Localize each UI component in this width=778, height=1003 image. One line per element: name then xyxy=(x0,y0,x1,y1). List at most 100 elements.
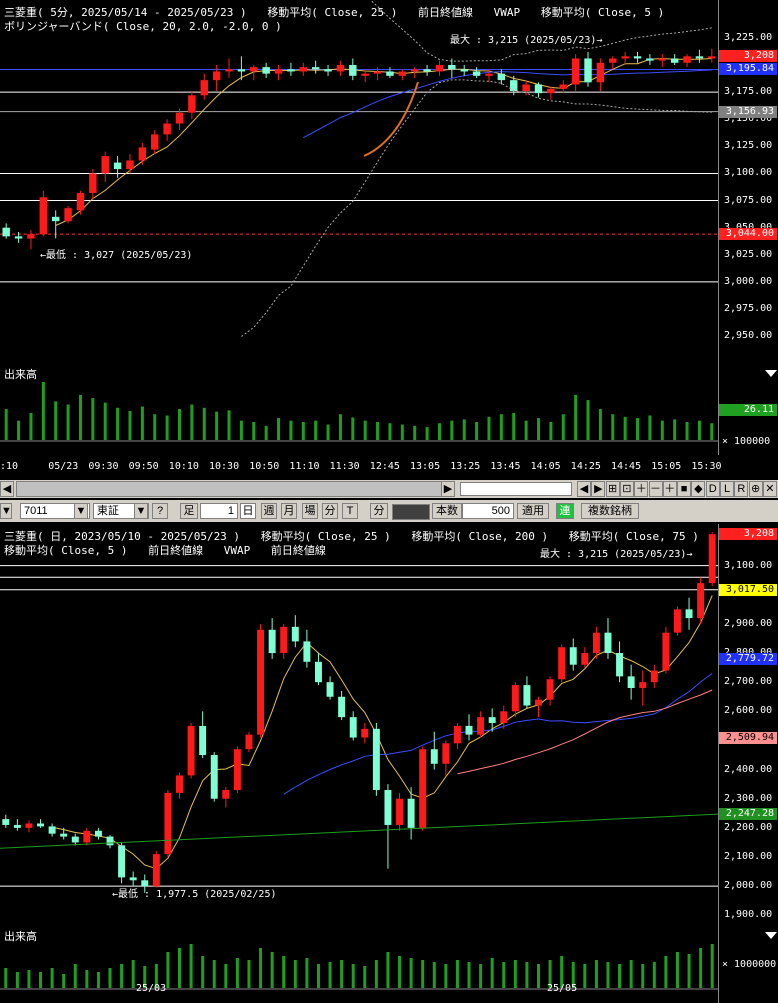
candle-body xyxy=(384,789,392,825)
candle-body xyxy=(559,84,567,89)
period-week-button[interactable]: 週 xyxy=(261,503,277,519)
candle-body xyxy=(250,67,258,72)
nav-zoom-out-button[interactable]: － xyxy=(648,481,663,497)
candle-body xyxy=(633,56,642,59)
drawn-arrow-annotation xyxy=(363,81,419,157)
volume-bar xyxy=(316,964,320,988)
scroll-right-button[interactable]: ▶ xyxy=(441,481,455,497)
volume-bar xyxy=(252,421,256,440)
x-tick-label: 09:50 xyxy=(128,461,159,472)
nav-day-mode-button[interactable]: D xyxy=(705,481,720,497)
volume-bar xyxy=(293,960,297,988)
stock-code-dropdown[interactable]: ▼ xyxy=(74,503,88,519)
volume-bar xyxy=(351,964,355,988)
candle-body xyxy=(465,725,473,735)
nav-right-button[interactable]: R xyxy=(734,481,749,497)
volume-bar xyxy=(437,423,441,440)
candle-body xyxy=(326,682,334,697)
minute-color-box[interactable] xyxy=(392,504,430,520)
period-tick-button[interactable]: T xyxy=(342,503,358,519)
y-tick-label: 2,950.00 xyxy=(724,330,773,342)
volume-bar xyxy=(153,414,157,440)
ma5-label: 移動平均( Close, 5 ) xyxy=(540,6,665,19)
volume-bar xyxy=(400,424,404,440)
nav-stop-button[interactable]: ■ xyxy=(677,481,692,497)
volume-bar xyxy=(289,420,293,440)
nav-left-button[interactable]: L xyxy=(720,481,734,497)
candle-body xyxy=(336,64,345,72)
volume-bar xyxy=(91,398,95,440)
x-tick-label: 14:05 xyxy=(530,461,561,472)
volume-bar xyxy=(85,970,89,988)
volume-bar xyxy=(374,960,378,988)
volume-bar xyxy=(675,952,679,988)
candle-body xyxy=(616,653,624,677)
candle-body xyxy=(361,728,369,738)
collapse-volume-icon[interactable] xyxy=(765,370,777,377)
volume-bar xyxy=(664,956,668,988)
link-toggle[interactable]: 連 xyxy=(556,503,574,519)
volume-bar xyxy=(537,418,540,440)
nav-first-button[interactable]: ◀ xyxy=(577,481,591,497)
candle-body xyxy=(163,123,171,135)
candle-body xyxy=(569,647,577,665)
nav-expand-button[interactable]: ⊞ xyxy=(605,481,620,497)
scroll-left-button[interactable]: ◀ xyxy=(0,481,14,497)
candle-body xyxy=(534,84,543,94)
zoom-slider[interactable] xyxy=(460,482,572,496)
daily-chart-svg[interactable] xyxy=(0,524,778,1003)
nav-magnify-button[interactable]: ⊕ xyxy=(748,481,763,497)
x-tick-label: 12:45 xyxy=(369,461,400,472)
period-count-input[interactable]: 1 xyxy=(200,503,238,519)
volume-bar xyxy=(39,972,43,988)
x-tick-label: 10:30 xyxy=(209,461,240,472)
chart-scrollbar[interactable]: ◀ ▶ ◀ ▶ ⊞ ⊡ ＋－＋ ■ ◆ D L R ⊕ ✕ xyxy=(0,480,778,498)
period-session-button[interactable]: 場 xyxy=(302,503,318,519)
nav-prev-button[interactable]: ▶ xyxy=(591,481,606,497)
y-tick-label: 3,025.00 xyxy=(724,248,773,260)
bar-count-input[interactable]: 500 xyxy=(462,503,514,519)
intraday-chart-svg[interactable] xyxy=(0,0,778,455)
nav-shrink-button[interactable]: ⊡ xyxy=(619,481,634,497)
candle-body xyxy=(164,792,172,855)
volume-bar xyxy=(340,960,344,988)
nav-close-button[interactable]: ✕ xyxy=(762,481,777,497)
candle-body xyxy=(71,836,79,843)
volume-bar xyxy=(41,382,45,440)
price-tag: 3,044.00 xyxy=(719,228,777,241)
candle-body xyxy=(2,819,10,825)
candle-body xyxy=(430,749,438,764)
apply-button[interactable]: 適用 xyxy=(517,503,549,519)
multi-stock-button[interactable]: 複数銘柄 xyxy=(581,503,639,519)
volume-bar xyxy=(524,420,528,440)
candle-body xyxy=(13,824,21,828)
volume-bar xyxy=(479,964,483,988)
volume-bar xyxy=(629,960,633,988)
period-minute-button[interactable]: 分 xyxy=(322,503,338,519)
scroll-track[interactable] xyxy=(16,481,454,497)
candle-body xyxy=(118,845,126,878)
nav-zoom-in-button[interactable]: ＋ xyxy=(634,481,649,497)
volume-value-tag: 26.11 xyxy=(719,404,777,416)
nav-add-button[interactable]: ＋ xyxy=(662,481,677,497)
candle-body xyxy=(488,717,496,723)
volume-bar xyxy=(108,968,112,988)
candle-body xyxy=(349,64,357,76)
volume-bar xyxy=(512,412,516,440)
nav-mark-button[interactable]: ◆ xyxy=(691,481,706,497)
period-day-button[interactable]: 日 xyxy=(240,503,256,519)
y-tick-label: 2,100.00 xyxy=(724,850,773,862)
candle-body xyxy=(708,56,716,59)
volume-bar xyxy=(62,974,66,988)
panel-dropdown-arrow[interactable]: ▼ xyxy=(0,503,12,519)
candle-body xyxy=(27,234,35,239)
market-dropdown[interactable]: ▼ xyxy=(134,503,148,519)
candle-body xyxy=(435,64,444,72)
volume-bar xyxy=(502,962,506,988)
volume-bar xyxy=(4,968,8,988)
candle-body xyxy=(373,71,382,74)
daily-collapse-volume-icon[interactable] xyxy=(765,932,777,939)
help-button[interactable]: ? xyxy=(152,503,168,519)
candle-body xyxy=(262,67,270,74)
period-month-button[interactable]: 月 xyxy=(281,503,297,519)
